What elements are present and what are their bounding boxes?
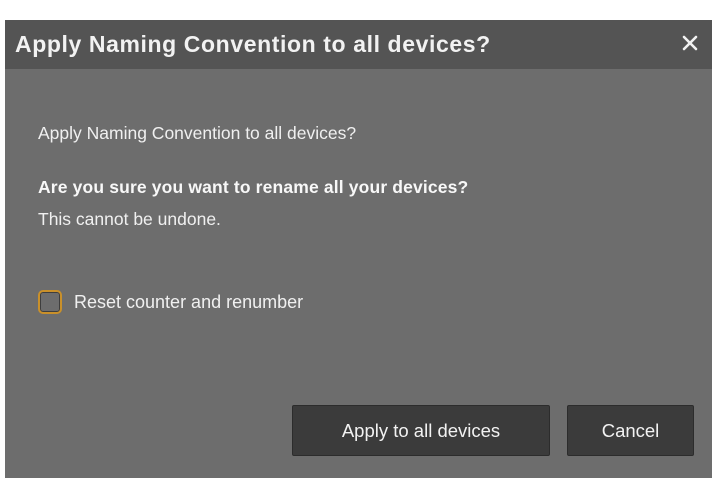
reset-counter-option[interactable]: Reset counter and renumber bbox=[38, 287, 303, 317]
confirm-dialog: Apply Naming Convention to all devices? … bbox=[5, 20, 712, 478]
apply-to-all-button[interactable]: Apply to all devices bbox=[292, 405, 550, 456]
dialog-titlebar: Apply Naming Convention to all devices? bbox=[5, 20, 712, 69]
dialog-prompt: Apply Naming Convention to all devices? bbox=[38, 123, 357, 143]
dialog-title: Apply Naming Convention to all devices? bbox=[15, 31, 491, 57]
close-icon bbox=[682, 35, 698, 51]
confirm-question: Are you sure you want to rename all your… bbox=[38, 177, 469, 197]
cancel-button[interactable]: Cancel bbox=[567, 405, 694, 456]
reset-counter-label[interactable]: Reset counter and renumber bbox=[74, 292, 303, 313]
close-button[interactable] bbox=[676, 29, 704, 57]
reset-counter-checkbox[interactable] bbox=[38, 290, 62, 314]
warning-text: This cannot be undone. bbox=[38, 209, 221, 229]
